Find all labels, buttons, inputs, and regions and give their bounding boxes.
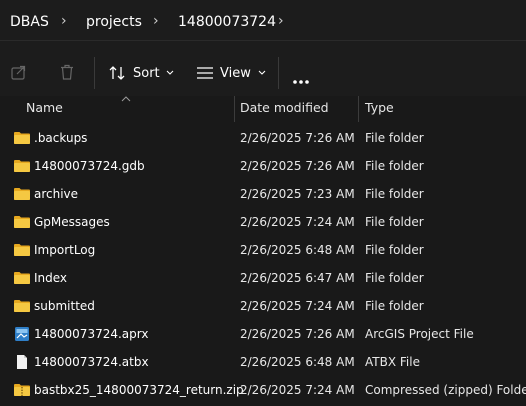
- breadcrumb-item-dbas[interactable]: DBAS: [10, 13, 49, 31]
- chevron-right-icon[interactable]: ›: [153, 12, 159, 30]
- view-label: View: [220, 65, 251, 81]
- file-type: ATBX File: [365, 355, 420, 369]
- breadcrumb-item-projects[interactable]: projects: [86, 13, 142, 31]
- file-type: File folder: [365, 271, 424, 285]
- sort-button[interactable]: Sort: [108, 63, 174, 83]
- file-date: 2/26/2025 6:47 AM: [240, 271, 355, 285]
- chevron-down-icon: [166, 70, 174, 75]
- file-type: ArcGIS Project File: [365, 327, 474, 341]
- chevron-right-icon[interactable]: ›: [61, 12, 67, 30]
- command-bar: Sort View: [0, 40, 526, 97]
- folder-icon: [13, 242, 31, 258]
- file-name: GpMessages: [34, 215, 110, 229]
- file-name: Index: [34, 271, 68, 285]
- column-header-date[interactable]: Date modified: [240, 100, 329, 115]
- file-name: archive: [34, 187, 79, 201]
- column-divider[interactable]: [358, 96, 359, 122]
- file-type: File folder: [365, 131, 424, 145]
- view-icon: [197, 67, 213, 79]
- file-type: File folder: [365, 187, 424, 201]
- breadcrumb-item-current[interactable]: 14800073724: [178, 13, 276, 31]
- column-header-row: Name Date modified Type: [0, 96, 526, 122]
- share-icon[interactable]: [10, 63, 28, 85]
- file-row[interactable]: 14800073724.aprx 2/26/2025 7:26 AM ArcGI…: [0, 321, 526, 349]
- file-row[interactable]: GpMessages 2/26/2025 7:24 AM File folder: [0, 209, 526, 237]
- arcgis-project-icon: [13, 326, 31, 342]
- file-row[interactable]: submitted 2/26/2025 7:24 AM File folder: [0, 293, 526, 321]
- column-divider[interactable]: [234, 96, 235, 122]
- file-row[interactable]: Index 2/26/2025 6:47 AM File folder: [0, 265, 526, 293]
- more-options-icon[interactable]: [292, 70, 310, 89]
- folder-icon: [13, 298, 31, 314]
- file-name: 14800073724.gdb: [34, 159, 145, 173]
- file-row[interactable]: ImportLog 2/26/2025 6:48 AM File folder: [0, 237, 526, 265]
- column-header-name[interactable]: Name: [26, 100, 63, 115]
- file-type: File folder: [365, 159, 424, 173]
- file-name: .backups: [34, 131, 88, 145]
- folder-icon: [13, 158, 31, 174]
- folder-icon: [13, 186, 31, 202]
- sort-ascending-icon: [121, 96, 131, 102]
- toolbar-divider: [278, 57, 279, 89]
- file-name: submitted: [34, 299, 95, 313]
- file-date: 2/26/2025 7:26 AM: [240, 131, 355, 145]
- file-name: 14800073724.aprx: [34, 327, 149, 341]
- zip-folder-icon: [13, 382, 31, 398]
- file-date: 2/26/2025 6:48 AM: [240, 355, 355, 369]
- sort-label: Sort: [133, 65, 160, 81]
- folder-icon: [13, 214, 31, 230]
- file-list: .backups 2/26/2025 7:26 AM File folder 1…: [0, 125, 526, 405]
- file-date: 2/26/2025 7:26 AM: [240, 159, 355, 173]
- file-date: 2/26/2025 7:24 AM: [240, 383, 355, 397]
- delete-icon[interactable]: [58, 63, 76, 85]
- file-type: File folder: [365, 243, 424, 257]
- file-date: 2/26/2025 7:24 AM: [240, 215, 355, 229]
- column-header-type[interactable]: Type: [365, 100, 394, 115]
- folder-icon: [13, 270, 31, 286]
- file-date: 2/26/2025 7:24 AM: [240, 299, 355, 313]
- file-type: Compressed (zipped) Folder: [365, 383, 526, 397]
- file-row[interactable]: 14800073724.gdb 2/26/2025 7:26 AM File f…: [0, 153, 526, 181]
- address-bar[interactable]: DBAS › projects › 14800073724 ›: [0, 0, 526, 40]
- sort-icon: [109, 66, 125, 80]
- file-date: 2/26/2025 6:48 AM: [240, 243, 355, 257]
- file-row[interactable]: .backups 2/26/2025 7:26 AM File folder: [0, 125, 526, 153]
- file-row[interactable]: archive 2/26/2025 7:23 AM File folder: [0, 181, 526, 209]
- file-type: File folder: [365, 215, 424, 229]
- file-row[interactable]: 14800073724.atbx 2/26/2025 6:48 AM ATBX …: [0, 349, 526, 377]
- view-button[interactable]: View: [196, 63, 266, 83]
- chevron-right-icon[interactable]: ›: [278, 12, 284, 30]
- file-date: 2/26/2025 7:26 AM: [240, 327, 355, 341]
- file-name: bastbx25_14800073724_return.zip: [34, 383, 244, 397]
- file-date: 2/26/2025 7:23 AM: [240, 187, 355, 201]
- toolbar-divider: [94, 57, 95, 89]
- file-row[interactable]: bastbx25_14800073724_return.zip 2/26/202…: [0, 377, 526, 405]
- folder-icon: [13, 130, 31, 146]
- file-name: ImportLog: [34, 243, 96, 257]
- chevron-down-icon: [258, 70, 266, 75]
- file-name: 14800073724.atbx: [34, 355, 149, 369]
- file-type: File folder: [365, 299, 424, 313]
- document-icon: [13, 354, 31, 370]
